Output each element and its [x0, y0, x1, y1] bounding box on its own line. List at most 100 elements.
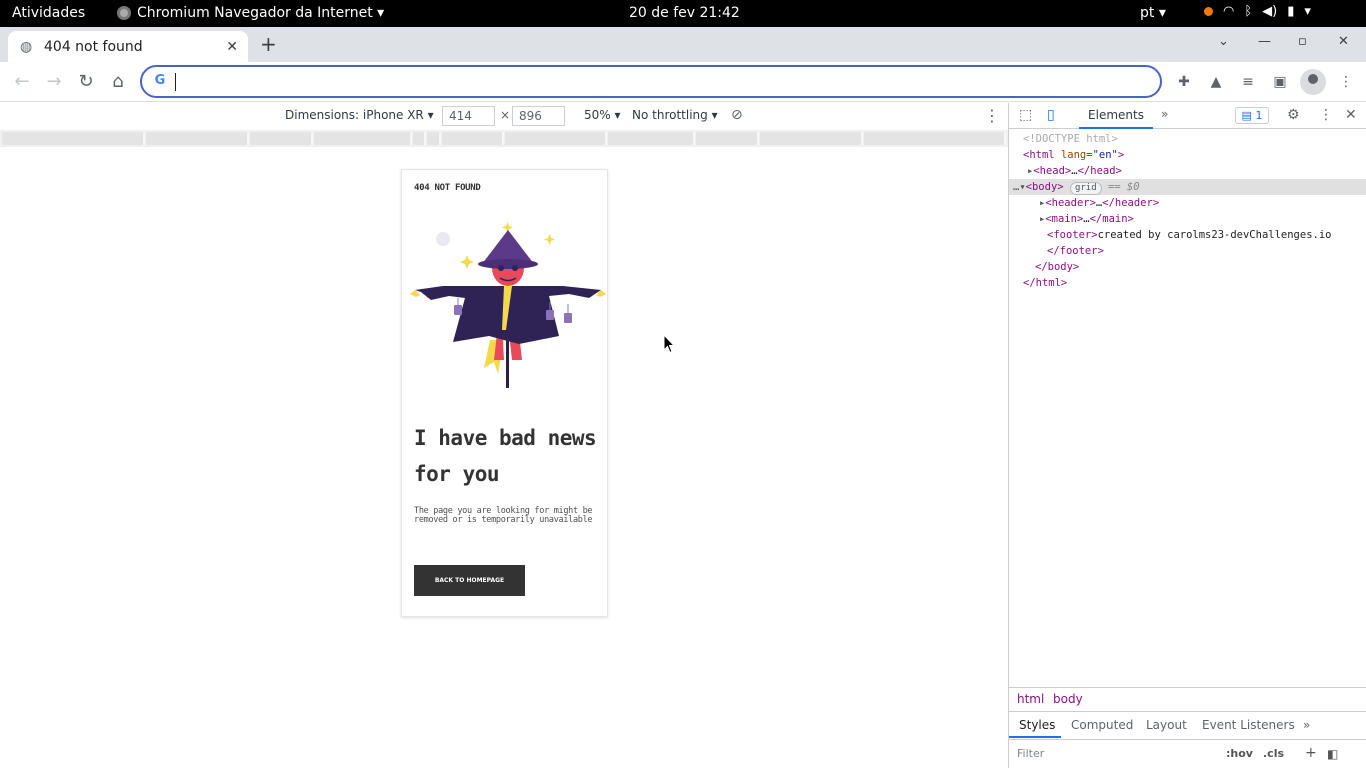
hover-state-toggle[interactable]: :hov	[1226, 747, 1253, 760]
reload-button[interactable]: ↻	[74, 70, 98, 94]
side-panel-icon[interactable]: ▣	[1271, 73, 1289, 91]
inspect-element-icon[interactable]: ⬚	[1019, 107, 1032, 123]
clock[interactable]: 20 de fev 21:42	[629, 5, 740, 21]
filter-input[interactable]: Filter	[1017, 747, 1044, 760]
ruler-segment[interactable]	[250, 132, 313, 145]
dom-tree[interactable]: <!DOCTYPE html> <html lang="en"> ▸<head>…	[1009, 131, 1366, 291]
tab-elements[interactable]: Elements	[1079, 103, 1153, 129]
lang-value: "en"	[1092, 149, 1118, 161]
scarecrow-illustration	[410, 222, 606, 388]
tab-strip: ◍ 404 not found ✕ + ⌄ — ▫ ✕	[0, 27, 1366, 62]
rotate-icon[interactable]: ⊘	[731, 107, 743, 123]
ruler-segment[interactable]	[314, 132, 412, 145]
selected-marker: == $0	[1107, 181, 1140, 193]
dom-html-node[interactable]: <html lang="en">	[1009, 147, 1366, 163]
volume-icon: ◀)	[1262, 4, 1278, 19]
address-bar[interactable]: G	[140, 65, 1162, 98]
header-tag: header	[1051, 197, 1090, 209]
forward-button[interactable]: →	[42, 70, 66, 94]
dom-main-node[interactable]: ▸<main>…</main>	[1009, 211, 1366, 227]
device-width-input[interactable]: 414	[442, 106, 495, 126]
devtools-menu-icon[interactable]: ⋮	[1319, 107, 1333, 123]
device-height-input[interactable]: 896	[512, 106, 565, 126]
toggle-sidebar-icon[interactable]: ◧	[1327, 747, 1338, 761]
tab-event-listeners[interactable]: Event Listeners	[1202, 718, 1295, 732]
minimize-button[interactable]: —	[1258, 34, 1271, 49]
head-tag: head	[1039, 165, 1065, 177]
chromium-icon	[117, 6, 131, 20]
tab-title: 404 not found	[44, 38, 143, 55]
profile-avatar[interactable]	[1300, 69, 1326, 95]
tab-close-icon[interactable]: ✕	[226, 39, 238, 55]
settings-gear-icon[interactable]: ⚙	[1287, 107, 1300, 123]
ruler-segment[interactable]	[505, 132, 607, 145]
ruler-segment[interactable]	[442, 132, 504, 145]
mouse-cursor-icon	[663, 334, 675, 354]
devtools-tab-bar: ⬚ ▯ Elements » ▤ 1 ⚙ ⋮ ✕	[1009, 103, 1366, 129]
device-dimensions-select[interactable]: Dimensions: iPhone XR ▾	[285, 108, 434, 122]
device-more-icon[interactable]: ⋮	[984, 106, 1000, 125]
footer-tag: footer	[1053, 229, 1092, 241]
tab-computed[interactable]: Computed	[1071, 718, 1133, 732]
back-button[interactable]: ←	[10, 70, 34, 94]
back-to-homepage-button[interactable]: BACK TO HOMEPAGE	[414, 565, 525, 596]
issues-badge[interactable]: ▤ 1	[1235, 107, 1269, 124]
extensions-icon[interactable]: ✚	[1175, 73, 1193, 91]
page-description: The page you are looking for might be re…	[414, 506, 593, 525]
dom-header-node[interactable]: ▸<header>…</header>	[1009, 195, 1366, 211]
tab-styles[interactable]: Styles	[1019, 718, 1055, 732]
ruler-segment[interactable]	[760, 132, 863, 145]
dom-footer-close: </footer>	[1047, 245, 1104, 257]
system-top-bar: Atividades Chromium Navegador da Interne…	[0, 0, 1366, 27]
browser-tab[interactable]: ◍ 404 not found ✕	[8, 31, 248, 62]
zoom-select[interactable]: 50% ▾	[584, 108, 621, 122]
dom-html-close: </html>	[1023, 277, 1068, 289]
ruler-segment[interactable]	[696, 132, 759, 145]
activities-button[interactable]: Atividades	[12, 5, 85, 21]
new-tab-button[interactable]: +	[260, 32, 277, 56]
media-query-ruler[interactable]	[0, 130, 1008, 147]
app-menu[interactable]: Chromium Navegador da Internet ▾	[117, 5, 384, 21]
maximize-button[interactable]: ▫	[1298, 34, 1307, 49]
dom-body-node[interactable]: …▾<body> grid == $0	[1009, 179, 1366, 195]
throttling-select[interactable]: No throttling ▾	[632, 108, 718, 122]
class-toggle[interactable]: .cls	[1263, 747, 1284, 760]
ruler-segment[interactable]	[2, 132, 145, 145]
menu-kebab-icon[interactable]: ⋮	[1337, 73, 1355, 91]
language-selector[interactable]: pt ▾	[1140, 5, 1166, 21]
dom-head-node[interactable]: ▸<head>…</head>	[1009, 163, 1366, 179]
ruler-segment[interactable]	[427, 132, 441, 145]
grid-badge[interactable]: grid	[1069, 182, 1102, 195]
page-brand: 404 NOT FOUND	[414, 183, 481, 193]
labs-flask-icon[interactable]: ▲	[1207, 73, 1225, 91]
dom-doctype[interactable]: <!DOCTYPE html>	[1009, 131, 1366, 147]
styles-filter-bar: Filter :hov .cls + ◧	[1009, 739, 1366, 768]
home-button[interactable]: ⌂	[106, 70, 130, 94]
breadcrumb-body[interactable]: body	[1053, 692, 1083, 706]
tab-search-icon[interactable]: ⌄	[1218, 34, 1229, 49]
ruler-segment[interactable]	[146, 132, 249, 145]
emulated-page: 404 NOT FOUND I have bad news for you Th…	[401, 169, 608, 617]
devtools-panel: ⬚ ▯ Elements » ▤ 1 ⚙ ⋮ ✕ <!DOCTYPE html>…	[1008, 103, 1366, 768]
dom-footer-node[interactable]: <footer>created by carolms23-devChalleng…	[1009, 227, 1366, 243]
ruler-segment[interactable]	[413, 132, 426, 145]
ruler-segment[interactable]	[864, 132, 1006, 145]
dimension-separator: ×	[500, 108, 511, 122]
bluetooth-icon: ᛒ	[1244, 4, 1253, 19]
more-tabs-icon[interactable]: »	[1161, 107, 1168, 121]
device-toggle-icon[interactable]: ▯	[1047, 107, 1055, 123]
add-rule-icon[interactable]: +	[1305, 745, 1317, 761]
google-icon: G	[154, 73, 166, 88]
app-name-label: Chromium Navegador da Internet ▾	[137, 5, 385, 21]
close-devtools-icon[interactable]: ✕	[1345, 107, 1357, 123]
page-heading: I have bad news for you	[414, 426, 597, 486]
more-subtabs-icon[interactable]: »	[1303, 718, 1310, 732]
close-window-button[interactable]: ✕	[1338, 34, 1349, 49]
media-queue-icon[interactable]: ≡	[1239, 73, 1257, 91]
doctype-text: <!DOCTYPE html>	[1023, 133, 1118, 145]
system-tray[interactable]: ◠ ᛒ ◀) ▮ ▾	[1204, 4, 1311, 19]
ruler-segment[interactable]	[608, 132, 695, 145]
issues-count: 1	[1255, 109, 1263, 122]
breadcrumb-html[interactable]: html	[1017, 692, 1044, 706]
tab-layout[interactable]: Layout	[1146, 718, 1187, 732]
